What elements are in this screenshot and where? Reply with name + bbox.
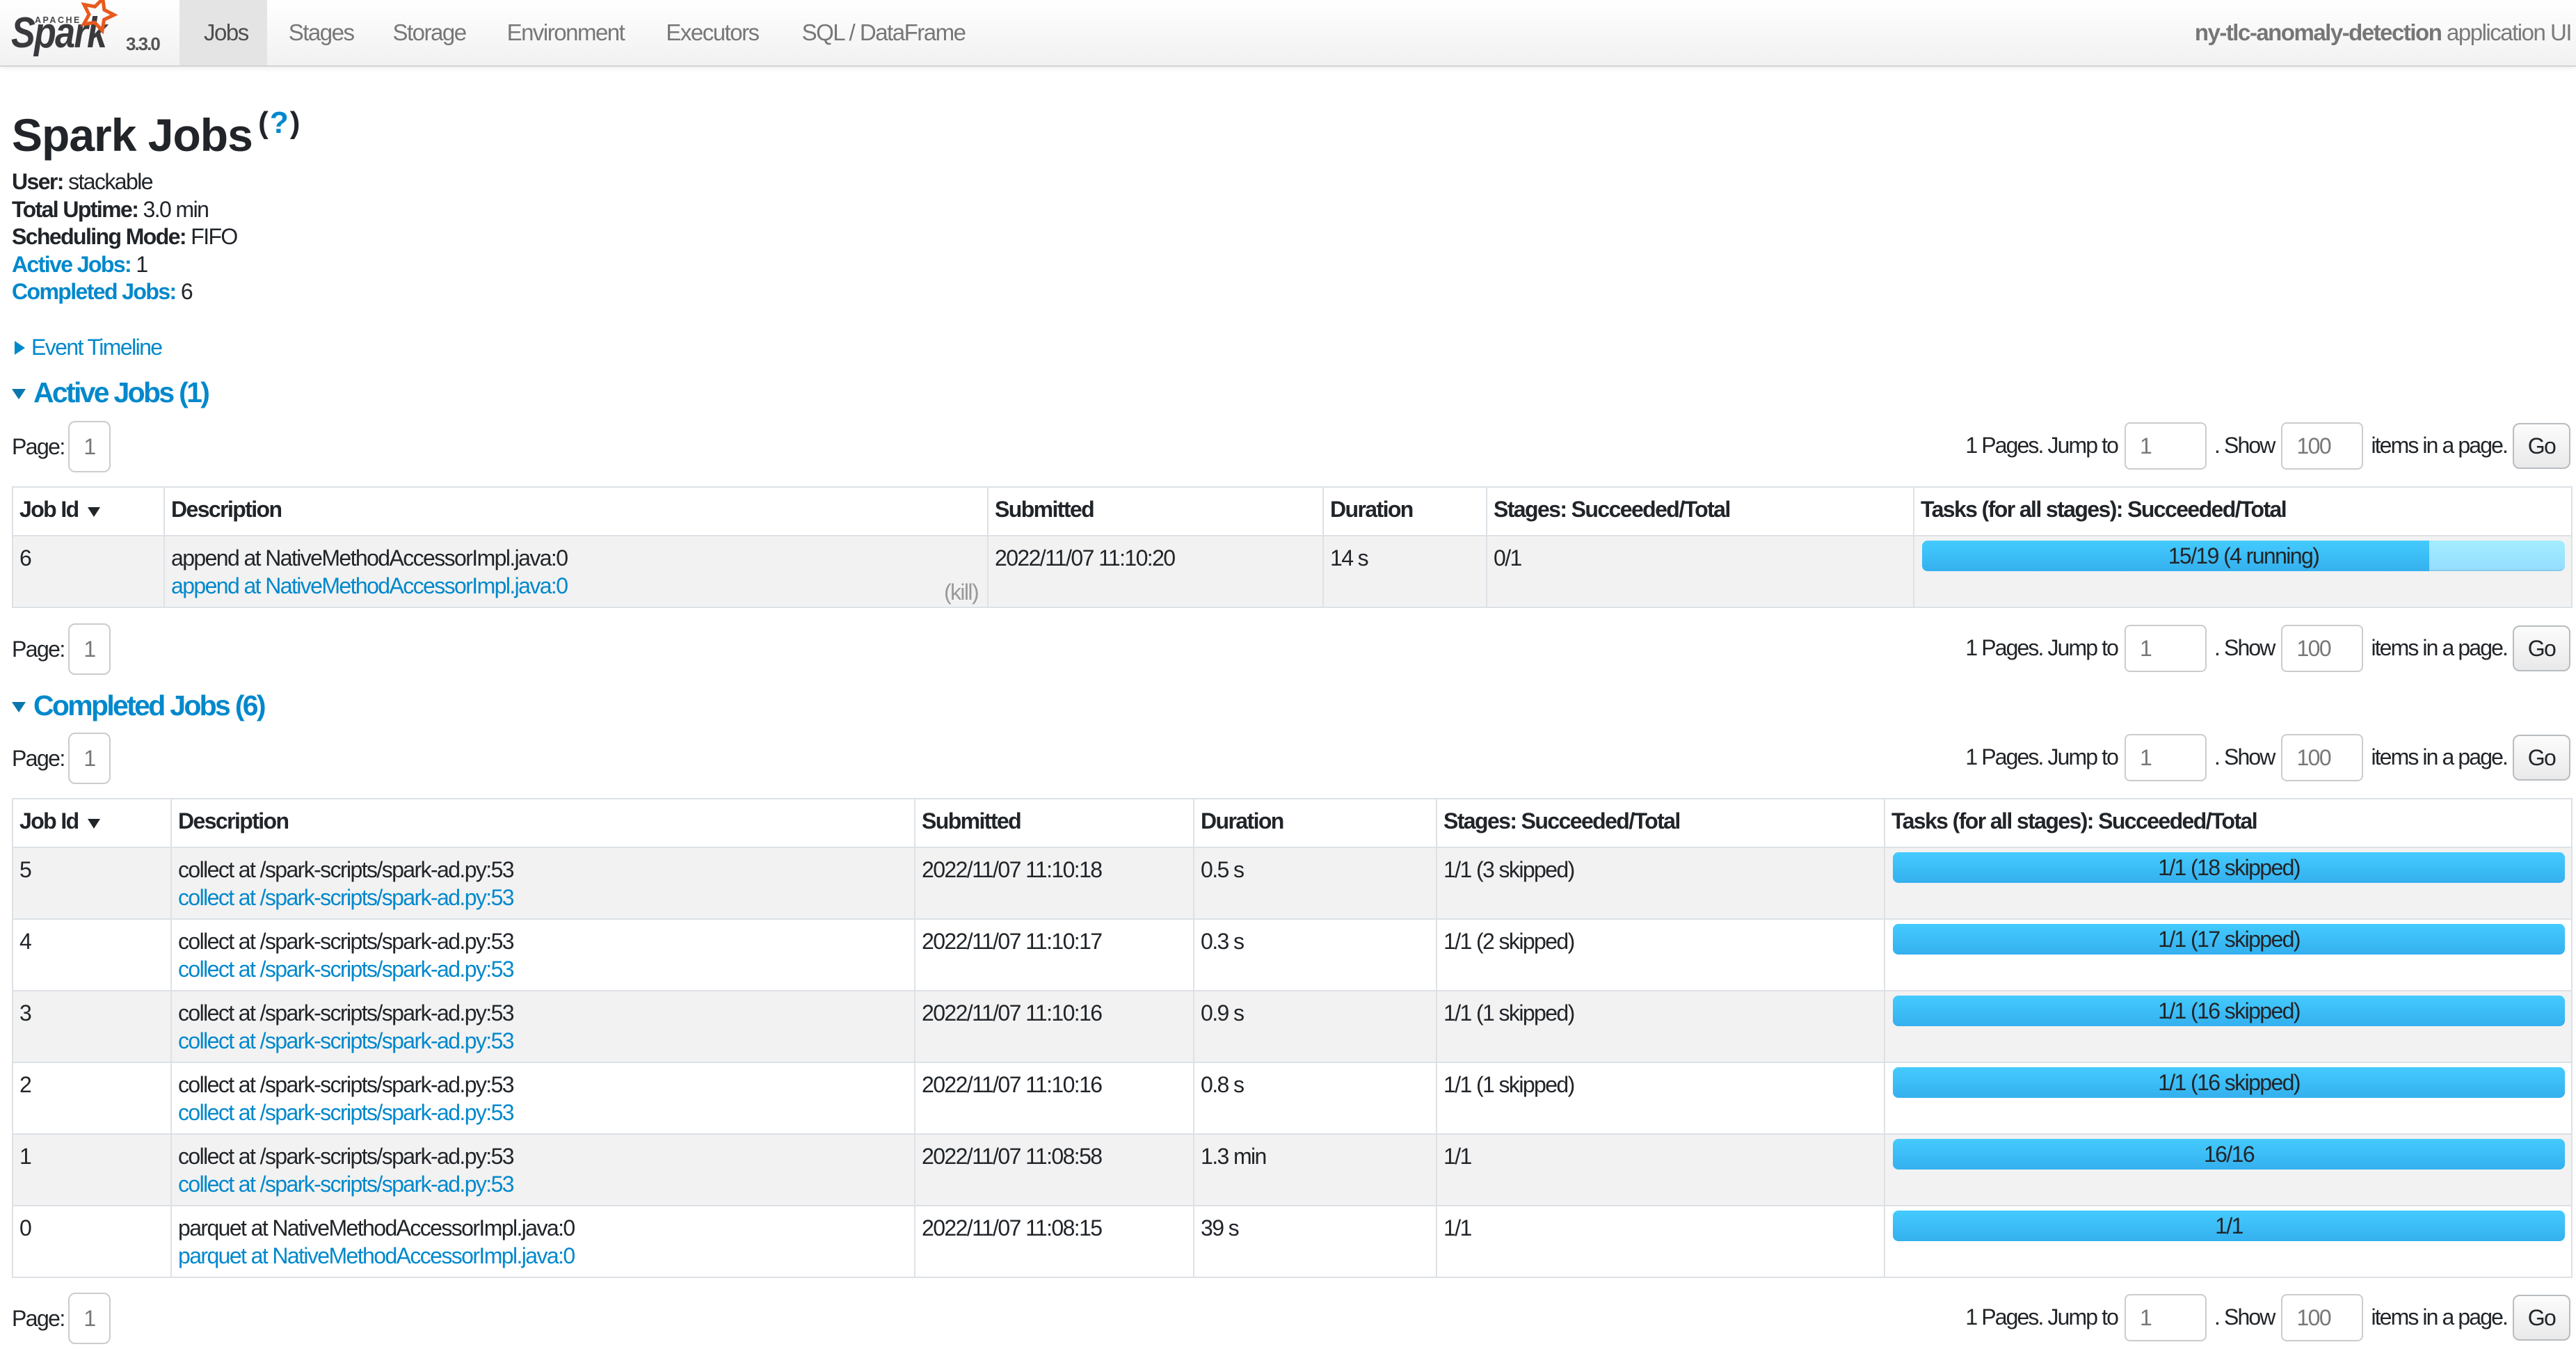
svg-text:Spark: Spark: [11, 9, 109, 57]
